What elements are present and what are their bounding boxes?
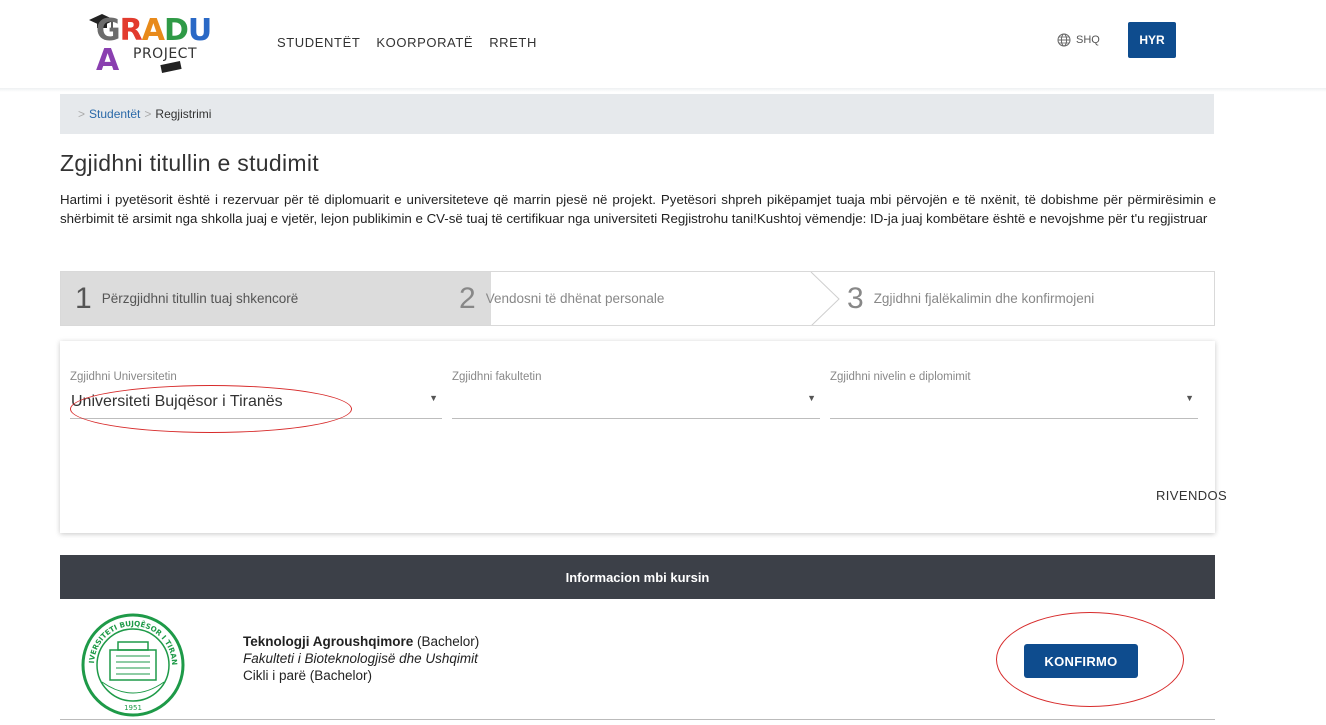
registration-stepper: 1 Përzgjidhni titullin tuaj shkencorë 2 … <box>60 271 1215 326</box>
caret-down-icon: ▼ <box>807 393 816 403</box>
step-number: 1 <box>75 281 92 315</box>
course-name: Teknologji Agroushqimore <box>243 634 414 649</box>
reset-button[interactable]: RIVENDOS <box>1156 488 1227 503</box>
step-number: 3 <box>847 281 864 315</box>
nav-corporate[interactable]: KOORPORATË <box>376 35 473 50</box>
step-label: Vendosni të dhënat personale <box>485 291 665 306</box>
step-label: Përzgjidhni titullin tuaj shkencorë <box>101 291 299 306</box>
course-details: Teknologji Agroushqimore (Bachelor) Faku… <box>243 633 479 684</box>
seal-year: 1951 <box>124 704 142 712</box>
breadcrumb-separator-icon: > <box>78 107 86 121</box>
top-header: GRADUA PROJECT STUDENTËT KOORPORATË RRET… <box>0 0 1326 88</box>
faculty-label: Zgjidhni fakultetin <box>452 371 542 383</box>
breadcrumb-separator-icon: > <box>144 107 152 121</box>
nav-students[interactable]: STUDENTËT <box>277 35 360 50</box>
language-label: SHQ <box>1076 34 1100 46</box>
step-number: 2 <box>459 281 476 315</box>
degree-level-select[interactable]: Zgjidhni nivelin e diplomimit ▼ <box>830 371 1198 419</box>
gradua-logo[interactable]: GRADUA PROJECT <box>88 12 228 76</box>
selection-card: Zgjidhni Universitetin Universiteti Bujq… <box>60 341 1227 533</box>
university-label: Zgjidhni Universitetin <box>70 371 177 383</box>
step-2: 2 Vendosni të dhënat personale <box>459 272 849 325</box>
breadcrumb-registration: Regjistrimi <box>155 107 212 121</box>
course-info-header: Informacion mbi kursin <box>60 555 1215 599</box>
breadcrumb: > Studentët > Regjistrimi <box>60 94 1214 134</box>
breadcrumb-students[interactable]: Studentët <box>89 107 140 121</box>
step-1: 1 Përzgjidhni titullin tuaj shkencorë <box>61 272 491 325</box>
nav-about[interactable]: RRETH <box>489 35 537 50</box>
course-cycle: Cikli i parë (Bachelor) <box>243 668 373 683</box>
confirm-button[interactable]: KONFIRMO <box>1024 644 1138 678</box>
step-label: Zgjidhni fjalëkalimin dhe konfirmojeni <box>873 291 1095 306</box>
caret-down-icon: ▼ <box>429 393 438 403</box>
degree-level-label: Zgjidhni nivelin e diplomimit <box>830 371 971 383</box>
login-button[interactable]: HYR <box>1128 22 1176 58</box>
globe-icon <box>1057 33 1071 47</box>
header-divider <box>0 88 1326 92</box>
course-faculty: Fakulteti i Bioteknologjisë dhe Ushqimit <box>243 651 478 666</box>
caret-down-icon: ▼ <box>1185 393 1194 403</box>
university-select[interactable]: Zgjidhni Universitetin Universiteti Bujq… <box>70 371 442 419</box>
main-nav: STUDENTËT KOORPORATË RRETH <box>277 35 537 50</box>
course-degree: (Bachelor) <box>413 634 480 649</box>
course-title-line: Teknologji Agroushqimore (Bachelor) <box>243 633 479 650</box>
university-value: Universiteti Bujqësor i Tiranës <box>71 393 283 410</box>
language-selector[interactable]: SHQ <box>1057 33 1100 47</box>
step-3: 3 Zgjidhni fjalëkalimin dhe konfirmojeni <box>847 272 1214 325</box>
page-title: Zgjidhni titullin e studimit <box>60 150 319 176</box>
diploma-icon <box>160 61 182 73</box>
faculty-select[interactable]: Zgjidhni fakultetin ▼ <box>452 371 820 419</box>
intro-text: Hartimi i pyetësorit është i rezervuar p… <box>60 192 1216 226</box>
university-seal-icon: UNIVERSITETI BUJQËSOR I TIRANËS 1951 <box>80 612 185 717</box>
course-info-body: UNIVERSITETI BUJQËSOR I TIRANËS 1951 Tek… <box>60 599 1215 720</box>
step-arrow-icon <box>810 272 840 325</box>
